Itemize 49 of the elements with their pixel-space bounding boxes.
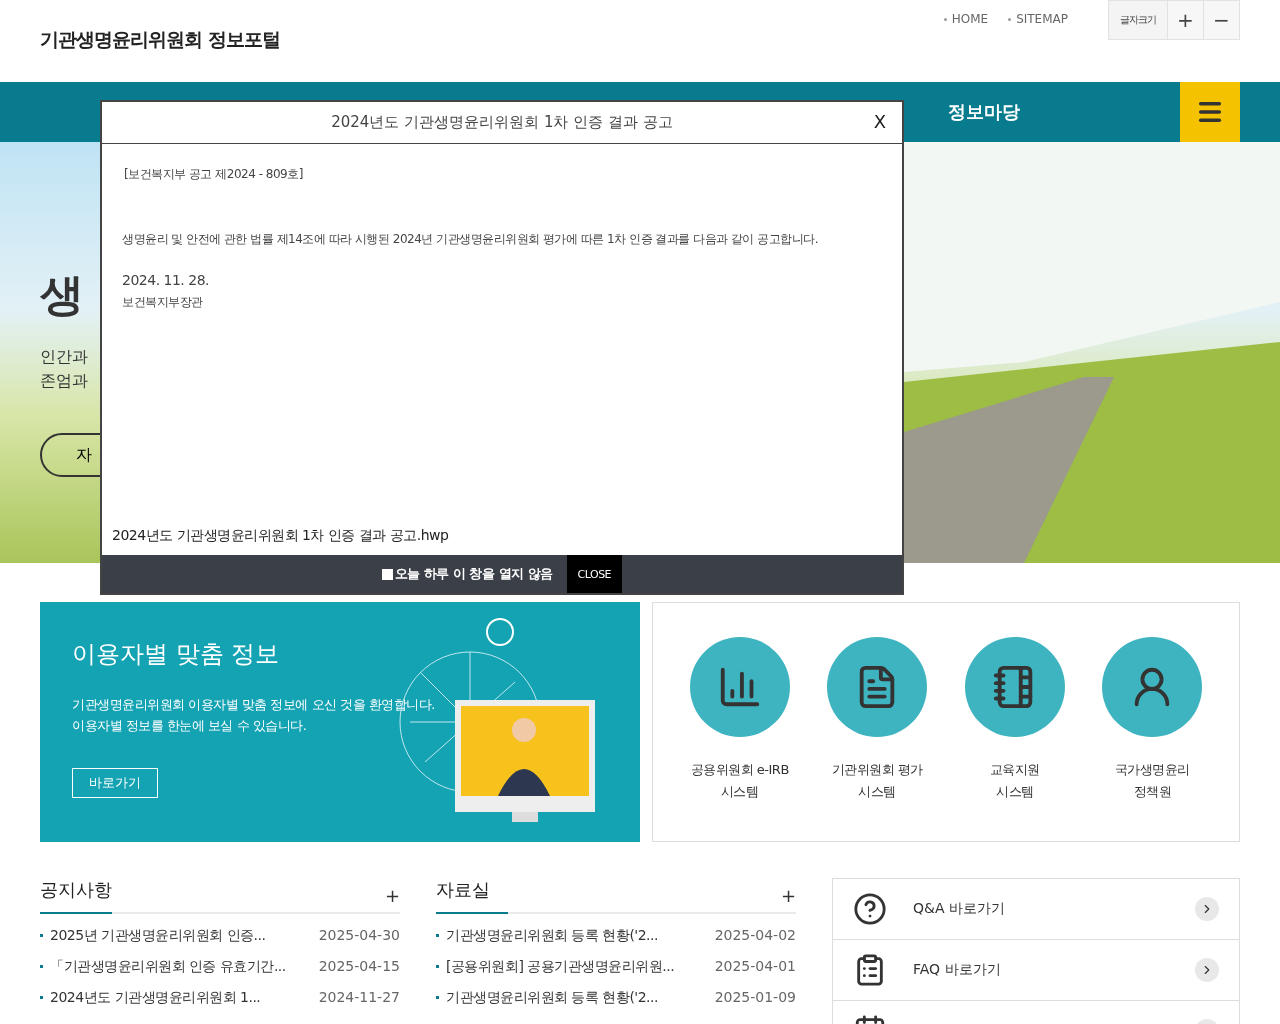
more-link[interactable]: +: [384, 884, 400, 906]
quick-link[interactable]: Q&A 바로가기: [833, 879, 1239, 940]
board-title: 자료실: [436, 878, 508, 914]
post-date: 2025-04-02: [714, 926, 796, 945]
post-link[interactable]: 기관생명윤리위원회 등록 현황('2...: [436, 926, 658, 945]
banner-text: 이용자별 정보를 한눈에 보실 수 있습니다.: [72, 717, 308, 735]
attachment-link[interactable]: 2024년도 기관생명윤리위원회 1차 인증 결과 공고.hwp: [112, 527, 882, 545]
checkbox[interactable]: [381, 568, 393, 580]
font-decrease-button[interactable]: −: [1203, 1, 1239, 39]
font-size-label: 글자크기: [1109, 1, 1167, 39]
post-date: 2024-11-27: [318, 988, 400, 1007]
notice-reference: [보건복지부 공고 제2024 - 809호]: [124, 166, 304, 183]
banner-text: 기관생명윤리위원회 이용자별 맞춤 정보에 오신 것을 환영합니다.: [72, 696, 436, 714]
post-date: 2025-04-15: [318, 957, 400, 976]
post-date: 2025-04-30: [318, 926, 400, 945]
site-logo[interactable]: 기관생명윤리위원회 정보포털: [40, 27, 280, 82]
board-title: 공지사항: [40, 878, 112, 914]
hero-title: 생: [40, 268, 84, 322]
font-increase-button[interactable]: +: [1167, 1, 1203, 39]
question-bubble-icon: [853, 892, 887, 926]
nav-menu-item[interactable]: 정보마당: [948, 100, 1020, 124]
hero-text: 존엄과: [40, 370, 89, 392]
checkbox-label: 오늘 하루 이 창을 열지 않음: [394, 565, 553, 583]
post-date: 2025-01-09: [714, 988, 796, 1007]
close-button[interactable]: CLOSE: [566, 555, 623, 593]
system-link[interactable]: 공용위원회 e-IRB 시스템: [674, 637, 805, 841]
quick-link[interactable]: FAQ 바로가기: [833, 940, 1239, 1001]
chevron-icon: [1195, 958, 1219, 982]
post-link[interactable]: 2024년도 기관생명윤리위원회 1...: [40, 988, 261, 1007]
popup-title: 2024년도 기관생명윤리위원회 1차 인증 결과 공고: [331, 113, 673, 132]
post-link[interactable]: [공용위원회] 공용기관생명윤리위원...: [436, 957, 675, 976]
post-link[interactable]: 2025년 기관생명윤리위원회 인증...: [40, 926, 266, 945]
banner-title: 이용자별 맞춤 정보: [72, 639, 281, 670]
system-link[interactable]: 기관위원회 평가 시스템: [812, 637, 943, 841]
notice-text: 생명윤리 및 안전에 관한 법률 제14조에 따라 시행된 2024년 기관생명윤리위원회 평가에 따른 1차 인증 결과를 다음과 같이 공고합니다.: [122, 231, 820, 248]
system-link[interactable]: 국가생명윤리 정책원: [1087, 637, 1218, 841]
menu-button[interactable]: [1180, 82, 1240, 142]
post-link[interactable]: 「기관생명윤리위원회 인증 유효기간...: [40, 957, 286, 976]
post-link[interactable]: 기관생명윤리위원회 등록 현황('2...: [436, 988, 658, 1007]
more-link[interactable]: +: [780, 884, 796, 906]
top-link[interactable]: HOME: [943, 12, 989, 26]
notice-signer: 보건복지부장관: [122, 294, 204, 311]
chevron-icon: [1195, 897, 1219, 921]
top-link[interactable]: SITEMAP: [1008, 12, 1068, 26]
system-link[interactable]: 교육지원 시스템: [949, 637, 1080, 841]
close-button[interactable]: X: [867, 110, 892, 133]
hero-text: 인간과: [40, 346, 89, 368]
post-date: 2025-04-01: [714, 957, 796, 976]
notice-date: 2024. 11. 28.: [122, 272, 210, 288]
